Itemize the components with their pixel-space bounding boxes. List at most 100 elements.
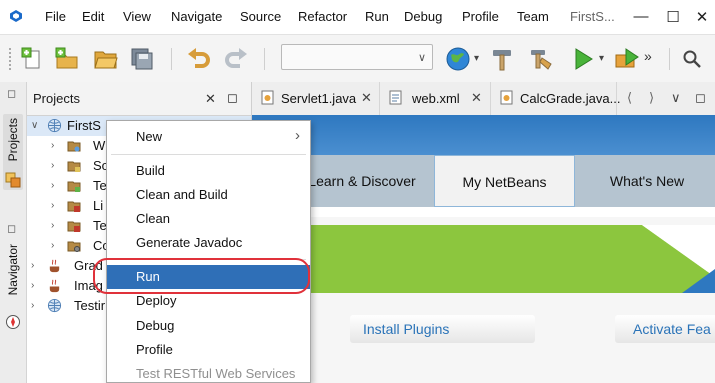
menu-item-label: Clean: [136, 211, 170, 226]
restore-window-icon[interactable]: ◻: [7, 222, 16, 235]
java-file-icon: [500, 90, 513, 105]
editor-tab-bar: Servlet1.java ✕ web.xml ✕ CalcGrade.java…: [252, 82, 715, 116]
open-project-icon[interactable]: [93, 46, 119, 72]
build-hammer-icon[interactable]: [489, 46, 515, 72]
context-menu-clean[interactable]: Clean: [107, 207, 310, 231]
minimize-button[interactable]: —: [629, 8, 653, 25]
undo-icon[interactable]: [186, 46, 212, 72]
expand-arrow-icon[interactable]: ∨: [31, 120, 38, 131]
minimize-panel-button[interactable]: ◻: [227, 90, 238, 106]
menu-source[interactable]: Source: [240, 9, 281, 24]
start-page-banner: [252, 207, 715, 293]
folder-icon: [67, 141, 81, 152]
close-tab-icon[interactable]: ✕: [471, 90, 482, 106]
menu-file[interactable]: File: [45, 9, 66, 24]
config-icon: [67, 241, 81, 252]
scroll-tabs-right-icon[interactable]: ⟩: [649, 90, 654, 106]
close-tab-icon[interactable]: ✕: [361, 90, 372, 106]
tab-calcgrade-java[interactable]: CalcGrade.java...: [491, 82, 621, 115]
tab-web-xml[interactable]: web.xml ✕: [380, 82, 491, 115]
new-file-icon[interactable]: [20, 46, 46, 72]
configuration-select[interactable]: ∨: [281, 44, 433, 70]
toolbar-separator: [264, 48, 265, 70]
start-tab-learn-discover[interactable]: Learn & Discover: [302, 155, 422, 207]
maximize-button[interactable]: ☐: [661, 8, 685, 26]
show-opened-documents-icon[interactable]: ∨: [671, 90, 681, 106]
tree-item-label: Te: [93, 178, 107, 193]
tree-item-label: Li: [93, 198, 104, 213]
projects-window-icon: [5, 172, 21, 188]
menu-profile[interactable]: Profile: [462, 9, 499, 24]
tree-item-label: FirstS: [67, 118, 101, 133]
tab-servlet1-java[interactable]: Servlet1.java ✕: [252, 82, 380, 115]
restore-editor-icon[interactable]: ◻: [695, 90, 706, 106]
menu-debug[interactable]: Debug: [404, 9, 442, 24]
projects-panel-title: Projects: [33, 91, 80, 106]
start-tab-my-netbeans[interactable]: My NetBeans: [434, 155, 575, 207]
context-menu-clean-and-build[interactable]: Clean and Build: [107, 183, 310, 207]
web-project-icon: [47, 298, 62, 313]
toolbar-separator: [171, 48, 172, 70]
tab-label: Servlet1.java: [281, 91, 357, 106]
scroll-tabs-left-icon[interactable]: ⟨: [627, 90, 632, 106]
start-page-header-band: [252, 115, 715, 155]
projects-side-tab-label: Projects: [6, 118, 20, 162]
menu-team[interactable]: Team: [517, 9, 549, 24]
run-project-icon[interactable]: [570, 46, 596, 72]
web-project-icon: [47, 118, 62, 133]
navigator-compass-icon: [6, 315, 20, 329]
search-icon[interactable]: [682, 49, 702, 69]
clean-build-icon[interactable]: [528, 46, 554, 72]
collapsed-arrow-icon[interactable]: ›: [51, 200, 54, 211]
redo-icon[interactable]: [223, 46, 249, 72]
collapsed-arrow-icon[interactable]: ›: [31, 260, 34, 271]
navigator-side-tab-label: Navigator: [6, 244, 20, 296]
collapsed-arrow-icon[interactable]: ›: [51, 140, 54, 151]
restore-window-icon[interactable]: ◻: [7, 87, 16, 100]
context-menu-build[interactable]: Build: [107, 159, 310, 183]
project-context-menu: New › Build Clean and Build Clean Genera…: [106, 120, 311, 383]
new-project-icon[interactable]: [54, 46, 80, 72]
menu-view[interactable]: View: [123, 9, 151, 24]
tab-label: CalcGrade.java...: [520, 91, 621, 106]
menu-item-label: Profile: [136, 342, 173, 357]
menu-item-label: New: [136, 129, 163, 144]
browser-dropdown-icon[interactable]: ▾: [474, 53, 479, 64]
netbeans-logo-icon: [10, 10, 22, 22]
collapsed-arrow-icon[interactable]: ›: [51, 220, 54, 231]
run-dropdown-icon[interactable]: ▾: [599, 53, 604, 64]
activate-features-link[interactable]: Activate Fea: [633, 321, 711, 337]
collapsed-arrow-icon[interactable]: ›: [51, 180, 54, 191]
context-menu-generate-javadoc[interactable]: Generate Javadoc: [107, 231, 310, 255]
collapsed-arrow-icon[interactable]: ›: [51, 160, 54, 171]
projects-side-tab[interactable]: Projects: [3, 114, 23, 190]
banner-graphic: [252, 207, 715, 293]
menu-refactor[interactable]: Refactor: [298, 9, 347, 24]
menu-item-label: Test RESTful Web Services: [136, 366, 296, 381]
save-all-icon[interactable]: [129, 46, 155, 72]
context-menu-debug[interactable]: Debug: [107, 314, 310, 338]
close-panel-button[interactable]: ✕: [205, 91, 216, 107]
install-plugins-link[interactable]: Install Plugins: [363, 321, 449, 337]
toolbar-overflow-button[interactable]: »: [644, 48, 652, 64]
context-menu-new[interactable]: New ›: [107, 125, 310, 149]
context-menu-profile[interactable]: Profile: [107, 338, 310, 362]
browser-globe-icon[interactable]: [445, 46, 471, 72]
window-title: FirstS...: [570, 9, 615, 24]
folder-icon: [67, 161, 81, 172]
menu-separator: [111, 154, 306, 155]
collapsed-arrow-icon[interactable]: ›: [31, 300, 34, 311]
minimized-windows-sidebar: ◻ Projects ◻ Navigator: [0, 82, 27, 383]
toolbar: ∨ ▾ ▾ »: [0, 35, 715, 83]
menu-item-label: Debug: [136, 318, 175, 333]
collapsed-arrow-icon[interactable]: ›: [31, 280, 34, 291]
debug-project-icon[interactable]: [614, 46, 640, 72]
menu-edit[interactable]: Edit: [82, 9, 104, 24]
menu-navigate[interactable]: Navigate: [171, 9, 222, 24]
projects-panel-header: Projects ✕ ◻: [27, 82, 251, 116]
collapsed-arrow-icon[interactable]: ›: [51, 240, 54, 251]
menu-run[interactable]: Run: [365, 9, 389, 24]
start-tab-whats-new[interactable]: What's New: [592, 155, 702, 207]
close-window-button[interactable]: ✕: [690, 8, 714, 26]
navigator-side-tab[interactable]: Navigator: [3, 242, 23, 334]
